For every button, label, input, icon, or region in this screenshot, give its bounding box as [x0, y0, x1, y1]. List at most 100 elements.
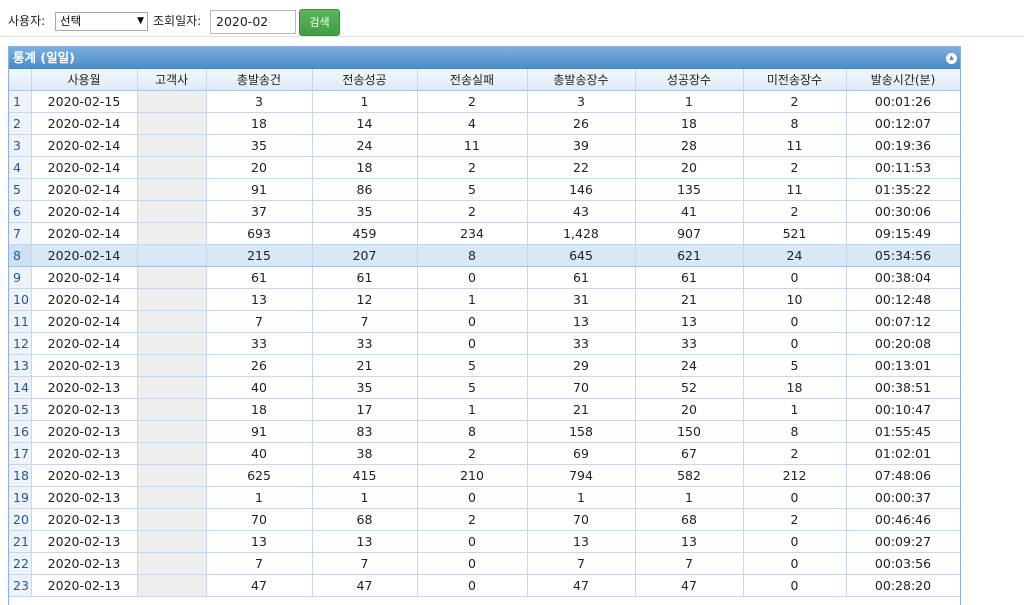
table-row[interactable]: 3 2020-02-14 35 24 11 39 28 11 00:19:36 [9, 134, 960, 157]
cell-unsent-pages: 11 [743, 134, 847, 157]
cell-success: 7 [312, 552, 418, 575]
cell-total-pages: 794 [527, 464, 636, 487]
cell-customer [137, 420, 207, 443]
cell-total-sent: 215 [206, 243, 313, 267]
cell-success: 12 [312, 288, 418, 311]
column-header-success-pages[interactable]: 성공장수 [635, 69, 744, 91]
table-row[interactable]: 11 2020-02-14 7 7 0 13 13 0 00:07:12 [9, 310, 960, 333]
cell-total-pages: 29 [527, 354, 636, 377]
table-row[interactable]: 20 2020-02-13 70 68 2 70 68 2 00:46:46 [9, 508, 960, 531]
cell-month: 2020-02-14 [31, 310, 138, 333]
user-select[interactable]: 선택 ▼ [55, 12, 148, 31]
table-row[interactable]: 13 2020-02-13 26 21 5 29 24 5 00:13:01 [9, 354, 960, 377]
table-row[interactable]: 18 2020-02-13 625 415 210 794 582 212 07:48:06 [9, 464, 960, 487]
column-header-customer[interactable]: 고객사 [137, 69, 207, 91]
cell-fail: 0 [417, 486, 528, 509]
cell-unsent-pages: 2 [743, 508, 847, 531]
cell-success-pages: 21 [635, 288, 744, 311]
row-number: 3 [9, 134, 32, 157]
cell-send-time: 05:34:56 [846, 243, 960, 267]
column-header-send-time[interactable]: 발송시간(분) [846, 69, 960, 91]
row-number: 14 [9, 376, 32, 399]
cell-total-pages: 1 [527, 486, 636, 509]
cell-customer [137, 243, 207, 267]
cell-unsent-pages: 2 [743, 156, 847, 179]
row-number: 10 [9, 288, 32, 311]
cell-send-time: 00:30:06 [846, 200, 960, 223]
cell-fail: 210 [417, 464, 528, 487]
cell-fail: 4 [417, 112, 528, 135]
cell-customer [137, 156, 207, 179]
cell-total-sent: 33 [206, 332, 313, 355]
row-number: 15 [9, 398, 32, 421]
table-row[interactable]: 5 2020-02-14 91 86 5 146 135 11 01:35:22 [9, 178, 960, 201]
cell-success-pages: 20 [635, 398, 744, 421]
cell-fail: 0 [417, 332, 528, 355]
column-header-total-sent[interactable]: 총발송건 [206, 69, 313, 91]
cell-month: 2020-02-13 [31, 486, 138, 509]
table-row[interactable]: 16 2020-02-13 91 83 8 158 150 8 01:55:45 [9, 420, 960, 443]
cell-success: 1 [312, 90, 418, 113]
cell-unsent-pages: 8 [743, 112, 847, 135]
cell-unsent-pages: 0 [743, 486, 847, 509]
table-row[interactable]: 4 2020-02-14 20 18 2 22 20 2 00:11:53 [9, 156, 960, 179]
table-row[interactable]: 14 2020-02-13 40 35 5 70 52 18 00:38:51 [9, 376, 960, 399]
column-header-month[interactable]: 사용월 [31, 69, 138, 91]
cell-success: 35 [312, 376, 418, 399]
table-row[interactable]: 2 2020-02-14 18 14 4 26 18 8 00:12:07 [9, 112, 960, 135]
cell-unsent-pages: 0 [743, 530, 847, 553]
table-row[interactable]: 15 2020-02-13 18 17 1 21 20 1 00:10:47 [9, 398, 960, 421]
cell-success: 21 [312, 354, 418, 377]
cell-fail: 8 [417, 243, 528, 267]
cell-success-pages: 41 [635, 200, 744, 223]
column-header-success[interactable]: 전송성공 [312, 69, 418, 91]
cell-fail: 0 [417, 574, 528, 597]
table-row[interactable]: 22 2020-02-13 7 7 0 7 7 0 00:03:56 [9, 552, 960, 575]
table-row[interactable]: 1 2020-02-15 3 1 2 3 1 2 00:01:26 [9, 90, 960, 113]
cell-month: 2020-02-13 [31, 420, 138, 443]
cell-month: 2020-02-14 [31, 200, 138, 223]
cell-send-time: 00:38:51 [846, 376, 960, 399]
column-header-fail[interactable]: 전송실패 [417, 69, 528, 91]
row-number: 18 [9, 464, 32, 487]
cell-send-time: 00:12:07 [846, 112, 960, 135]
cell-unsent-pages: 2 [743, 442, 847, 465]
column-header-unsent-pages[interactable]: 미전송장수 [743, 69, 847, 91]
cell-success-pages: 52 [635, 376, 744, 399]
cell-fail: 5 [417, 354, 528, 377]
cell-total-sent: 7 [206, 552, 313, 575]
table-row[interactable]: 23 2020-02-13 47 47 0 47 47 0 00:28:20 [9, 574, 960, 597]
cell-success: 7 [312, 310, 418, 333]
cell-total-pages: 1,428 [527, 222, 636, 245]
collapse-icon[interactable]: ▴ [946, 53, 957, 64]
table-row[interactable]: 6 2020-02-14 37 35 2 43 41 2 00:30:06 [9, 200, 960, 223]
cell-fail: 2 [417, 200, 528, 223]
cell-send-time: 00:09:27 [846, 530, 960, 553]
row-number: 4 [9, 156, 32, 179]
cell-month: 2020-02-14 [31, 332, 138, 355]
cell-customer [137, 178, 207, 201]
cell-total-sent: 47 [206, 574, 313, 597]
row-number: 16 [9, 420, 32, 443]
table-row[interactable]: 7 2020-02-14 693 459 234 1,428 907 521 09:15:49 [9, 222, 960, 245]
cell-success-pages: 47 [635, 574, 744, 597]
cell-total-pages: 39 [527, 134, 636, 157]
table-row[interactable]: 8 2020-02-14 215 207 8 645 621 24 05:34:56 [9, 243, 960, 267]
table-row[interactable]: 17 2020-02-13 40 38 2 69 67 2 01:02:01 [9, 442, 960, 465]
table-row[interactable]: 12 2020-02-14 33 33 0 33 33 0 00:20:08 [9, 332, 960, 355]
table-row[interactable]: 19 2020-02-13 1 1 0 1 1 0 00:00:37 [9, 486, 960, 509]
cell-month: 2020-02-14 [31, 288, 138, 311]
column-header-total-pages[interactable]: 총발송장수 [527, 69, 636, 91]
cell-month: 2020-02-13 [31, 464, 138, 487]
cell-success: 1 [312, 486, 418, 509]
cell-total-sent: 18 [206, 398, 313, 421]
date-input[interactable]: 2020-02 [210, 10, 296, 34]
stats-table: 사용월 고객사 총발송건 전송성공 전송실패 총발송장수 성공장수 미전송장수 … [9, 69, 960, 597]
search-button[interactable]: 검색 [299, 9, 340, 36]
table-row[interactable]: 10 2020-02-14 13 12 1 31 21 10 00:12:48 [9, 288, 960, 311]
cell-success: 24 [312, 134, 418, 157]
cell-total-sent: 20 [206, 156, 313, 179]
table-row[interactable]: 21 2020-02-13 13 13 0 13 13 0 00:09:27 [9, 530, 960, 553]
table-row[interactable]: 9 2020-02-14 61 61 0 61 61 0 00:38:04 [9, 266, 960, 289]
cell-total-sent: 91 [206, 420, 313, 443]
